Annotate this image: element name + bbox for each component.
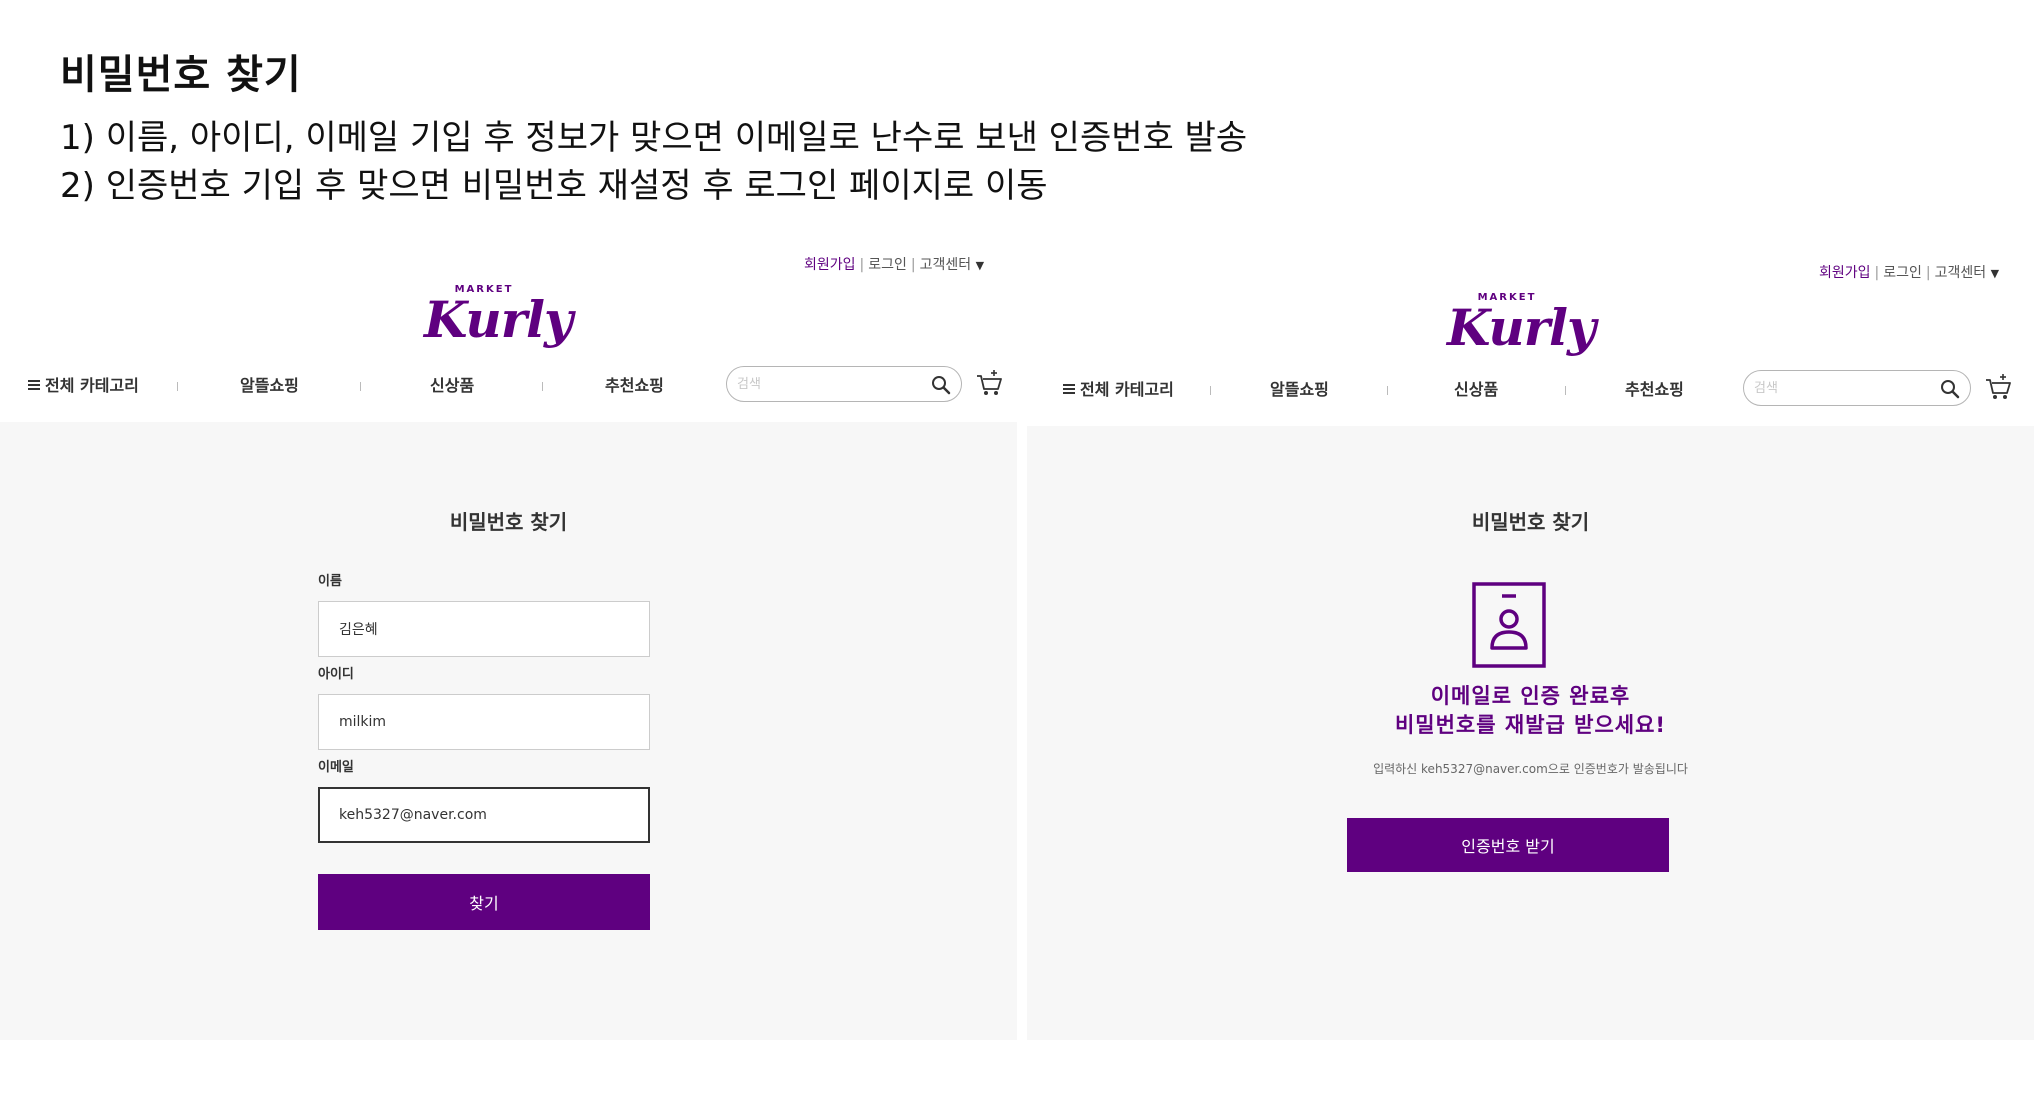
top-links: 회원가입 | 로그인 | 고객센터 ▼ bbox=[804, 257, 985, 273]
nav-thrift-shopping[interactable]: 알뜰쇼핑 bbox=[240, 372, 299, 396]
search-icon[interactable] bbox=[1938, 377, 1962, 401]
main-nav: 전체 카테고리 알뜰쇼핑 신상품 추천쇼핑 bbox=[0, 364, 1017, 410]
site-header: 회원가입 | 로그인 | 고객센터 ▼ MARKET Kurly 전체 카테고리 알뜰쇼… bbox=[1027, 244, 2034, 422]
name-label: 이름 bbox=[318, 574, 342, 589]
nav-recommended[interactable]: 추천쇼핑 bbox=[605, 372, 664, 396]
search-bar bbox=[1743, 370, 1971, 406]
email-label: 이메일 bbox=[318, 760, 354, 775]
login-link[interactable]: 로그인 bbox=[1883, 265, 1922, 281]
email-input[interactable] bbox=[320, 789, 648, 841]
id-card-icon bbox=[1472, 582, 1546, 668]
content-area: 비밀번호 찾기 이메일로 인증 완료후 비밀번호를 재발급 받으세요! 입력하신… bbox=[1027, 426, 2034, 1040]
nav-recommended[interactable]: 추천쇼핑 bbox=[1625, 376, 1684, 400]
id-input[interactable] bbox=[319, 695, 649, 749]
kurly-logo[interactable]: MARKET Kurly bbox=[1447, 292, 1596, 370]
customer-center-link[interactable]: 고객센터 bbox=[920, 257, 972, 273]
site-header: 회원가입 | 로그인 | 고객센터 ▼ MARKET Kurly 전체 카테고리 알뜰쇼… bbox=[0, 244, 1017, 422]
email-verification-screen: 회원가입 | 로그인 | 고객센터 ▼ MARKET Kurly 전체 카테고리 알뜰쇼… bbox=[1027, 244, 2034, 1040]
cart-icon[interactable] bbox=[974, 368, 1004, 398]
slide-description: 1) 이름, 아이디, 이메일 기입 후 정보가 맞으면 이메일로 난수로 보낸… bbox=[60, 114, 1247, 210]
page-title: 비밀번호 찾기 bbox=[1471, 510, 1590, 534]
login-link[interactable]: 로그인 bbox=[868, 257, 907, 273]
page-title: 비밀번호 찾기 bbox=[449, 510, 568, 534]
customer-center-link[interactable]: 고객센터 bbox=[1935, 265, 1987, 281]
get-verification-code-button[interactable]: 인증번호 받기 bbox=[1347, 818, 1669, 872]
nav-thrift-shopping[interactable]: 알뜰쇼핑 bbox=[1270, 376, 1329, 400]
result-message: 이메일로 인증 완료후 비밀번호를 재발급 받으세요! bbox=[1394, 684, 1667, 737]
menu-icon bbox=[28, 380, 40, 390]
description-line-2: 2) 인증번호 기입 후 맞으면 비밀번호 재설정 후 로그인 페이지로 이동 bbox=[60, 166, 1048, 206]
signup-link[interactable]: 회원가입 bbox=[1819, 265, 1871, 281]
email-field[interactable] bbox=[318, 787, 650, 843]
search-bar bbox=[726, 366, 962, 402]
search-icon[interactable] bbox=[929, 373, 953, 397]
verification-sub-message: 입력하신 keh5327@naver.com으로 인증번호가 발송됩니다 bbox=[1373, 762, 1688, 776]
main-nav: 전체 카테고리 알뜰쇼핑 신상품 추천쇼핑 bbox=[1027, 368, 2034, 414]
signup-link[interactable]: 회원가입 bbox=[804, 257, 856, 273]
slide-title: 비밀번호 찾기 bbox=[60, 52, 302, 98]
nav-all-categories[interactable]: 전체 카테고리 bbox=[28, 372, 139, 396]
nav-all-categories[interactable]: 전체 카테고리 bbox=[1063, 376, 1174, 400]
content-area: 비밀번호 찾기 이름 아이디 이메일 찾기 bbox=[0, 422, 1017, 1040]
search-input[interactable] bbox=[737, 373, 917, 395]
search-input[interactable] bbox=[1754, 377, 1934, 399]
id-field[interactable] bbox=[318, 694, 650, 750]
name-input[interactable] bbox=[319, 602, 649, 656]
find-button[interactable]: 찾기 bbox=[318, 874, 650, 930]
id-label: 아이디 bbox=[318, 667, 354, 682]
find-password-form-screen: 회원가입 | 로그인 | 고객센터 ▼ MARKET Kurly 전체 카테고리 알뜰쇼… bbox=[0, 244, 1017, 1040]
description-line-1: 1) 이름, 아이디, 이메일 기입 후 정보가 맞으면 이메일로 난수로 보낸… bbox=[60, 118, 1248, 158]
dropdown-arrow-icon[interactable]: ▼ bbox=[1991, 267, 1999, 280]
name-field[interactable] bbox=[318, 601, 650, 657]
nav-new-products[interactable]: 신상품 bbox=[430, 372, 474, 396]
top-links: 회원가입 | 로그인 | 고객센터 ▼ bbox=[1819, 265, 2000, 281]
dropdown-arrow-icon[interactable]: ▼ bbox=[976, 259, 984, 272]
menu-icon bbox=[1063, 384, 1075, 394]
cart-icon[interactable] bbox=[1983, 372, 2013, 402]
nav-new-products[interactable]: 신상품 bbox=[1454, 376, 1498, 400]
kurly-logo[interactable]: MARKET Kurly bbox=[424, 284, 573, 362]
